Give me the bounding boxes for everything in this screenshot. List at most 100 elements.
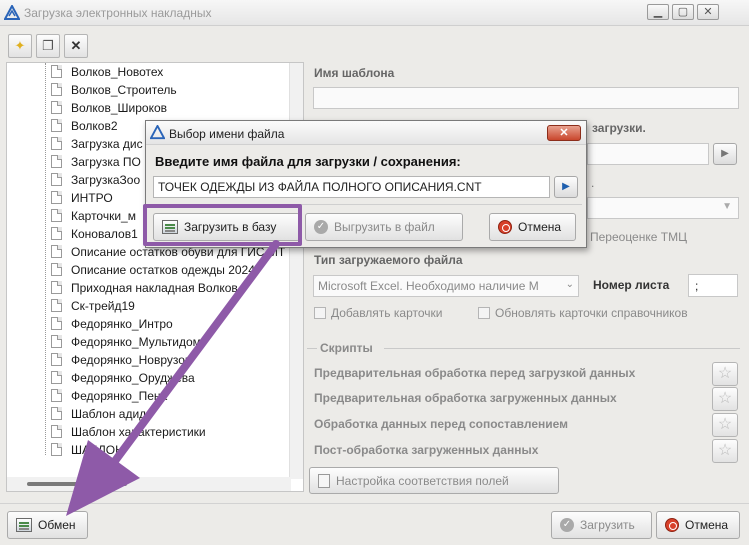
tree-item[interactable]: Федорянко_Интро — [51, 317, 173, 335]
tree-item[interactable]: Федорянко_Мультидом — [51, 335, 201, 353]
tree-item[interactable]: Описание остатков одежды 2024 — [51, 263, 255, 281]
sheet-number-label: Номер листа — [593, 278, 670, 292]
file-type-select[interactable]: Microsoft Excel. Необходимо наличие M ⌄ — [313, 275, 579, 297]
document-icon — [51, 119, 62, 132]
document-icon — [51, 245, 62, 258]
cancel-icon — [498, 220, 512, 234]
script-1-edit-button[interactable]: ☆ — [712, 362, 738, 386]
document-icon — [51, 263, 62, 276]
cancel-button[interactable]: Отмена — [656, 511, 740, 539]
tree-item[interactable]: Карточки_м — [51, 209, 136, 227]
tree-item-label: ИНТРО — [71, 191, 113, 205]
browse-file-button[interactable]: ▶ — [554, 176, 578, 198]
exchange-icon — [16, 518, 32, 532]
tree-item[interactable]: Федорянко_Пена — [51, 389, 167, 407]
dialog-close-button[interactable]: ✕ — [547, 125, 581, 141]
tree-item[interactable]: Федорянко_Новрузов — [51, 353, 191, 371]
checkmark-icon: ✓ — [314, 220, 328, 234]
chevron-down-icon: ⌄ — [565, 279, 574, 290]
document-icon — [51, 83, 62, 96]
tree-horizontal-scrollbar[interactable] — [7, 477, 291, 491]
tree-item[interactable]: Загрузка дис — [51, 137, 143, 155]
checkmark-icon: ✓ — [560, 518, 574, 532]
tree-item[interactable]: Ск-трейд19 — [51, 299, 135, 317]
document-icon — [51, 101, 62, 114]
tree-item-label: Волков_Широков — [71, 101, 168, 115]
document-icon — [51, 281, 62, 294]
document-icon — [51, 425, 62, 438]
new-doc-icon: ✦ — [14, 38, 26, 53]
delete-template-button[interactable]: ✕ — [64, 34, 88, 58]
tree-item[interactable]: Волков_Новотех — [51, 65, 163, 83]
tree-item[interactable]: Приходная накладная Волков — [51, 281, 238, 299]
new-template-button[interactable]: ✦ — [8, 34, 32, 58]
tree-item[interactable]: Волков_Широков — [51, 101, 167, 119]
annotation-highlight-box — [143, 204, 302, 246]
document-icon — [51, 209, 62, 222]
copy-template-button[interactable]: ❐ — [36, 34, 60, 58]
star-icon: ☆ — [717, 365, 733, 382]
exchange-button[interactable]: Обмен — [7, 511, 88, 539]
load-path-button[interactable]: ▶ — [713, 143, 737, 165]
export-to-file-button[interactable]: ✓ Выгрузить в файл — [305, 213, 463, 241]
document-icon — [51, 191, 62, 204]
load-label-fragment: загрузки. — [592, 121, 646, 135]
sheet-number-field[interactable]: ; — [688, 274, 738, 297]
script-3-edit-button[interactable]: ☆ — [712, 413, 738, 437]
tree-item-label: Волков_Новотех — [71, 65, 164, 79]
update-cards-checkbox[interactable]: Обновлять карточки справочников — [478, 306, 688, 320]
template-name-field[interactable] — [313, 87, 739, 109]
tree-item[interactable]: Загрузка ПО — [51, 155, 141, 173]
window-title: Загрузка электронных накладных — [24, 6, 212, 20]
tree-item[interactable]: ИНТРО — [51, 191, 113, 209]
app-logo-icon — [4, 5, 20, 20]
document-icon — [51, 443, 62, 456]
tree-item-label: Коновалов1 — [71, 227, 138, 241]
document-icon — [51, 317, 62, 330]
tree-item[interactable]: Коновалов1 — [51, 227, 138, 245]
filename-input[interactable]: ТОЧЕК ОДЕЖДЫ ИЗ ФАЙЛА ПОЛНОГО ОПИСАНИЯ.C… — [153, 176, 550, 198]
load-path-field[interactable] — [587, 143, 709, 165]
tree-item[interactable]: Шаблон адид — [51, 407, 146, 425]
tree-item-label: Волков2 — [71, 119, 118, 133]
tree-item-label: Ск-трейд19 — [71, 299, 135, 313]
chevron-down-icon: ▼ — [722, 201, 732, 212]
tree-item-label: Загрузка дис — [71, 137, 143, 151]
star-icon: ☆ — [717, 442, 733, 459]
sheet-number-value: ; — [695, 279, 699, 293]
load-option-select[interactable]: ▼ — [587, 197, 739, 219]
document-icon — [51, 335, 62, 348]
load-button[interactable]: ✓ Загрузить — [551, 511, 652, 539]
copy-icon: ❐ — [42, 38, 54, 53]
tree-item[interactable]: Шаблон характеристики — [51, 425, 206, 443]
dialog-title-bar: Выбор имени файла ✕ — [146, 121, 586, 145]
tree-item[interactable]: Волков_Строитель — [51, 83, 177, 101]
document-icon — [51, 173, 62, 186]
tree-item[interactable]: ЗагрузкаЗоо — [51, 173, 140, 191]
window-close-button[interactable]: ✕ — [697, 4, 719, 20]
dialog-prompt: Введите имя файла для загрузки / сохране… — [155, 154, 461, 169]
tree-item-label: Шаблон характеристики — [71, 425, 206, 439]
minimize-button[interactable]: ▁ — [647, 4, 669, 20]
tree-item-label: ШАБЛОН — [71, 443, 124, 457]
add-cards-checkbox[interactable]: Добавлять карточки — [314, 306, 442, 320]
tree-item[interactable]: ШАБЛОН — [51, 443, 124, 461]
script-4-edit-button[interactable]: ☆ — [712, 439, 738, 463]
tree-item-label: Федорянко_Интро — [71, 317, 173, 331]
script-2-edit-button[interactable]: ☆ — [712, 387, 738, 411]
tree-item-label: Приходная накладная Волков — [71, 281, 238, 295]
dialog-title: Выбор имени файла — [169, 127, 285, 141]
tree-item-label: Карточки_м — [71, 209, 136, 223]
tree-item[interactable]: Волков2 — [51, 119, 118, 137]
tree-item-label: Федорянко_Пена — [71, 389, 168, 403]
tree-item-label: Федорянко_Мультидом — [71, 335, 201, 349]
maximize-button[interactable]: ▢ — [672, 4, 694, 20]
dialog-cancel-button[interactable]: Отмена — [489, 213, 576, 241]
tree-item-label: Федорянко_Новрузов — [71, 353, 192, 367]
document-icon — [51, 299, 62, 312]
tree-item[interactable]: Федорянко_Оруджева — [51, 371, 195, 389]
document-icon — [51, 65, 62, 78]
revaluation-label: Переоценке ТМЦ — [590, 230, 687, 244]
field-mapping-button[interactable]: Настройка соответствия полей — [309, 467, 559, 494]
tree-connector-line — [45, 63, 46, 455]
